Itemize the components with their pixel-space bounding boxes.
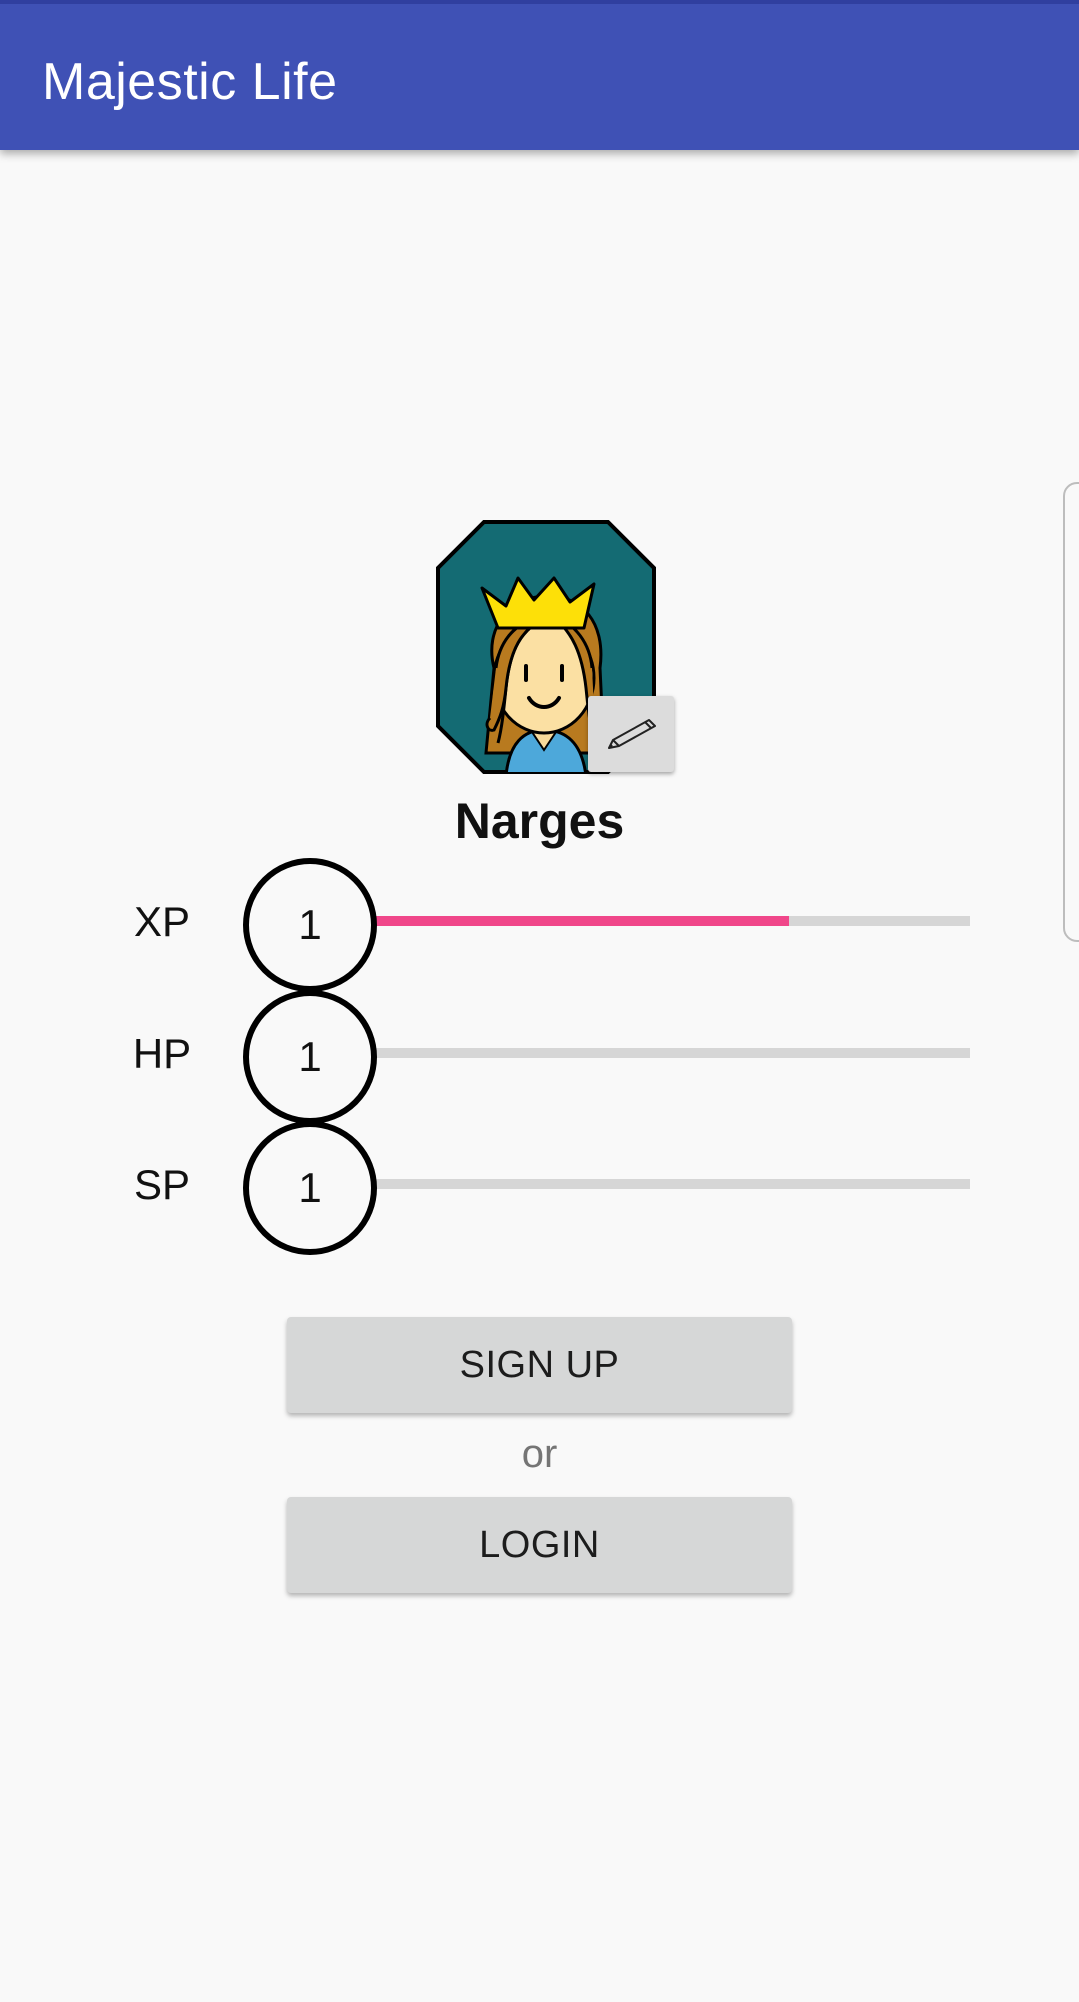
stat-row-hp: HP 1 [0,990,1079,1124]
app-bar: Majestic Life [0,0,1079,150]
app-title: Majestic Life [42,53,338,111]
level-badge: 1 [243,858,377,992]
level-badge: 1 [243,1121,377,1255]
login-button[interactable]: LOGIN [287,1497,792,1593]
level-badge: 1 [243,990,377,1124]
pencil-icon [608,719,656,749]
stat-progress-fill [368,916,790,926]
stat-label: HP [132,1030,192,1077]
or-separator: or [521,1432,558,1476]
stat-progress-track [368,916,970,926]
stat-row-sp: SP 1 [0,1121,1079,1255]
stat-label: SP [133,1161,191,1208]
edit-avatar-button[interactable] [588,696,674,772]
stat-progress-track [368,1179,970,1189]
stat-label: XP [133,898,191,945]
username: Narges [454,793,625,849]
stat-progress-track [368,1048,970,1058]
stat-row-xp: XP 1 [0,858,1079,992]
sign-up-button[interactable]: SIGN UP [287,1317,792,1413]
